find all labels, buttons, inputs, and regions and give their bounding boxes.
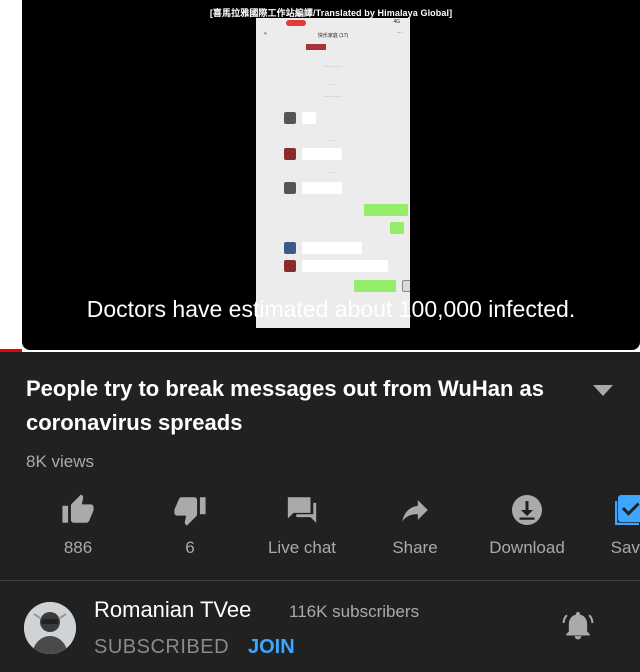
sender-avatar bbox=[284, 148, 296, 160]
chat-voice-message bbox=[284, 182, 342, 194]
share-label: Share bbox=[392, 538, 438, 557]
bell-icon[interactable] bbox=[562, 608, 594, 642]
live-chat-button[interactable]: Live chat bbox=[242, 490, 362, 558]
phone-screenshot: 4G < 快乐家庭 (17) ··· ─── ─── ─ ─ ─── ─── ─… bbox=[256, 18, 410, 328]
chat-icon bbox=[287, 497, 317, 523]
divider bbox=[0, 580, 640, 581]
sender-avatar bbox=[284, 242, 296, 254]
message-bubble bbox=[354, 280, 396, 292]
video-progress-bar[interactable] bbox=[0, 349, 22, 352]
chat-system-line: ─── ─── bbox=[323, 64, 343, 69]
message-bubble bbox=[302, 148, 342, 160]
signal-indicator: 4G bbox=[393, 19, 400, 25]
chat-voice-message bbox=[284, 242, 362, 254]
save-button[interactable]: Save bbox=[570, 490, 640, 558]
voice-bubble bbox=[302, 182, 342, 194]
download-label: Download bbox=[489, 538, 565, 557]
video-subtitle: Doctors have estimated about 100,000 inf… bbox=[86, 296, 576, 322]
message-bubble bbox=[302, 260, 388, 272]
chevron-down-icon[interactable] bbox=[593, 385, 613, 397]
message-bubble bbox=[390, 222, 404, 234]
voice-bubble bbox=[302, 242, 362, 254]
sender-avatar bbox=[284, 260, 296, 272]
save-to-playlist-icon bbox=[615, 495, 640, 525]
download-button[interactable]: Download bbox=[467, 490, 587, 558]
sender-avatar bbox=[402, 280, 410, 292]
chat-messages: ─── ─── ─ ─ ─── ─── ─ ─ ─ ─ bbox=[256, 42, 410, 328]
chat-system-line: ─ ─ bbox=[329, 138, 337, 143]
phone-status-bar: 4G bbox=[256, 18, 410, 28]
live-chat-label: Live chat bbox=[267, 538, 337, 557]
share-button[interactable]: Share bbox=[355, 490, 475, 558]
chat-message-own bbox=[364, 204, 410, 216]
chat-more-icon: ··· bbox=[397, 30, 402, 36]
chat-system-line: ─ ─ bbox=[329, 82, 337, 87]
chat-message-own bbox=[390, 222, 410, 234]
channel-name[interactable]: Romanian TVee bbox=[94, 597, 251, 623]
thumbs-up-icon bbox=[62, 494, 94, 523]
recording-indicator bbox=[286, 20, 306, 26]
like-button[interactable]: 886 bbox=[18, 490, 138, 558]
video-frame[interactable]: [喜馬拉雅國際工作站編譯/Translated by Himalaya Glob… bbox=[22, 0, 640, 350]
message-bubble bbox=[364, 204, 408, 216]
dislike-button[interactable]: 6 bbox=[130, 490, 250, 558]
like-count: 886 bbox=[63, 538, 93, 557]
chat-title: 快乐家庭 (17) bbox=[317, 33, 349, 39]
avatar-image bbox=[24, 602, 76, 654]
chat-system-line: ─ ─ bbox=[329, 170, 337, 175]
chat-image-message bbox=[306, 44, 326, 50]
chat-system-line: ─── ─── bbox=[323, 94, 343, 99]
subscriber-count: 116K subscribers bbox=[289, 602, 420, 621]
view-count: 8K views bbox=[26, 452, 95, 471]
chat-message bbox=[284, 112, 316, 124]
join-button[interactable]: JOIN bbox=[248, 636, 295, 659]
sender-avatar bbox=[284, 112, 296, 124]
video-title: People try to break messages out from Wu… bbox=[26, 376, 544, 435]
chat-message-own bbox=[354, 280, 410, 292]
video-player[interactable]: [喜馬拉雅國際工作站編譯/Translated by Himalaya Glob… bbox=[0, 0, 640, 352]
action-bar: 886 6 Live chat Share Download Sav bbox=[0, 490, 640, 570]
avatar[interactable] bbox=[24, 602, 76, 654]
chat-image bbox=[306, 44, 326, 50]
chat-message bbox=[284, 148, 342, 160]
subscribed-button[interactable]: SUBSCRIBED bbox=[94, 636, 229, 659]
save-label: Save bbox=[610, 538, 640, 557]
sender-avatar bbox=[284, 182, 296, 194]
chat-header: < 快乐家庭 (17) ··· bbox=[256, 28, 410, 42]
share-icon bbox=[402, 500, 428, 522]
chat-message bbox=[284, 260, 388, 272]
message-bubble bbox=[302, 112, 316, 124]
dislike-count: 6 bbox=[185, 538, 195, 557]
thumbs-down-icon bbox=[174, 497, 206, 526]
download-icon bbox=[512, 495, 542, 525]
